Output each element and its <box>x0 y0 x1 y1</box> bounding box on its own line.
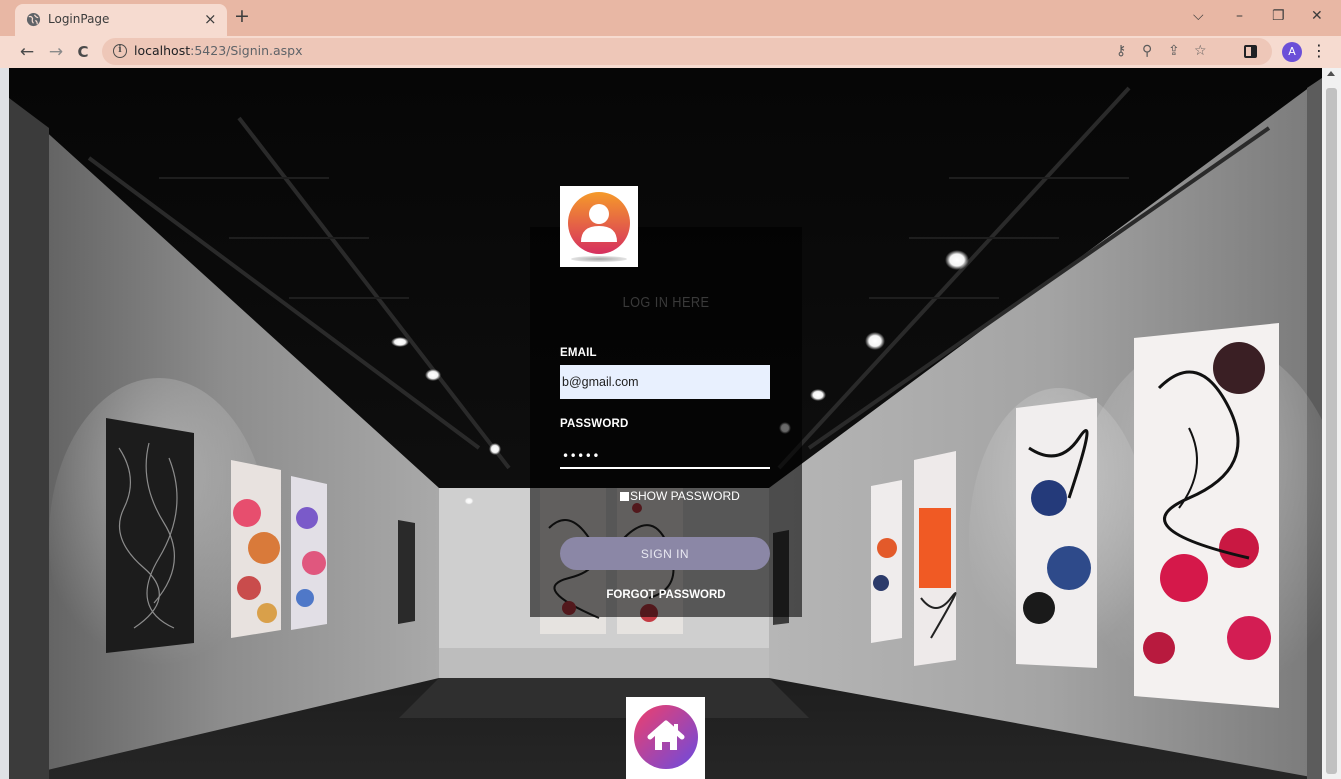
forgot-password-link[interactable]: FORGOT PASSWORD <box>530 589 802 601</box>
forward-button[interactable]: → <box>45 41 67 63</box>
home-icon <box>634 705 698 769</box>
globe-icon <box>26 12 41 27</box>
user-avatar-frame <box>560 186 638 267</box>
browser-tab[interactable]: LoginPage × <box>15 4 227 36</box>
show-password-checkbox[interactable]: SHOW PASSWORD <box>620 489 740 503</box>
minimize-button[interactable]: – <box>1236 6 1243 26</box>
show-password-label: SHOW PASSWORD <box>630 489 740 503</box>
browser-tab-strip: LoginPage × + ⌵ – ❐ ✕ <box>0 0 1341 36</box>
new-tab-button[interactable]: + <box>234 5 250 27</box>
browser-toolbar: ← → C i localhost:5423/Signin.aspx ⚷ ⚲ ⇪… <box>0 36 1341 68</box>
user-avatar-icon <box>568 192 630 254</box>
restore-button[interactable]: ❐ <box>1272 6 1285 26</box>
url-host: localhost <box>134 43 191 58</box>
avatar-shadow <box>571 256 627 262</box>
page-viewport: LOG IN HERE EMAIL PASSWORD ••••• SHOW PA… <box>9 68 1322 779</box>
scroll-thumb[interactable] <box>1326 88 1337 774</box>
tab-search-button[interactable]: ⌵ <box>1193 6 1204 26</box>
email-field[interactable] <box>560 365 770 399</box>
browser-menu-icon[interactable]: ⋮ <box>1311 41 1327 61</box>
tab-close-button[interactable]: × <box>204 9 217 29</box>
zoom-icon[interactable]: ⚲ <box>1142 42 1152 60</box>
share-icon[interactable]: ⇪ <box>1168 42 1180 60</box>
address-bar[interactable]: i localhost:5423/Signin.aspx ⚷ ⚲ ⇪ ☆ <box>102 38 1272 65</box>
url-path: :5423/Signin.aspx <box>190 43 303 58</box>
login-heading: LOG IN HERE <box>622 294 710 311</box>
key-icon[interactable]: ⚷ <box>1116 42 1126 60</box>
tab-title: LoginPage <box>48 12 110 26</box>
scroll-up-arrow-icon[interactable] <box>1327 71 1335 76</box>
page-scrollbar[interactable] <box>1322 68 1341 779</box>
password-label: PASSWORD <box>560 418 629 430</box>
site-info-icon[interactable]: i <box>113 44 127 58</box>
home-button[interactable] <box>626 697 705 779</box>
bookmark-star-icon[interactable]: ☆ <box>1194 42 1207 60</box>
password-field[interactable]: ••••• <box>560 444 770 469</box>
address-url[interactable]: localhost:5423/Signin.aspx <box>134 43 303 58</box>
back-button[interactable]: ← <box>16 41 38 63</box>
profile-avatar[interactable]: A <box>1282 42 1302 62</box>
side-panel-icon[interactable] <box>1244 45 1257 58</box>
email-label: EMAIL <box>560 347 597 359</box>
sign-in-button[interactable]: SIGN IN <box>560 537 770 570</box>
show-password-checkbox-box[interactable] <box>620 491 629 501</box>
close-window-button[interactable]: ✕ <box>1311 6 1323 26</box>
reload-button[interactable]: C <box>72 41 94 63</box>
